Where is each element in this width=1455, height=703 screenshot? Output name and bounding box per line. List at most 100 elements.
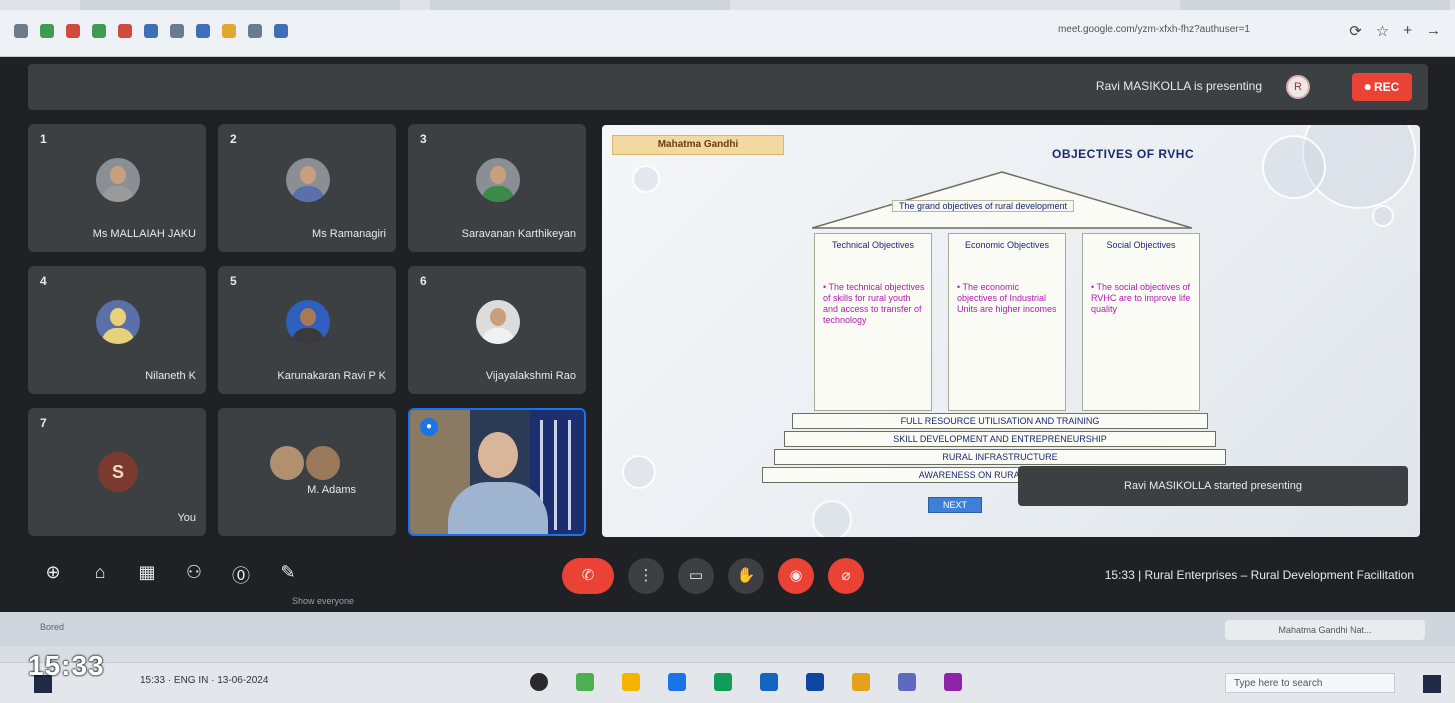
app-icon[interactable] <box>944 673 962 691</box>
participant-avatar <box>286 158 330 202</box>
app-icon[interactable] <box>898 673 916 691</box>
pillar-heading: Social Objectives <box>1106 240 1176 250</box>
new-tab-icon[interactable]: + <box>1403 22 1412 40</box>
participant-tile[interactable]: 7 S You <box>28 408 206 536</box>
store-icon[interactable] <box>806 673 824 691</box>
meeting-details: 15:33 | Rural Enterprises – Rural Develo… <box>1104 568 1414 582</box>
participant-name: M. Adams <box>307 484 356 496</box>
edit-icon[interactable]: ✎ <box>277 562 299 588</box>
bookmark-icon[interactable] <box>196 24 210 38</box>
folder-icon[interactable] <box>852 673 870 691</box>
participant-avatar <box>286 300 330 344</box>
address-bar[interactable]: meet.google.com/yzm-xfxh-fhz?authuser=1 <box>930 24 1250 40</box>
tile-number: 4 <box>40 274 47 288</box>
bubble-decoration <box>812 500 852 537</box>
bookmark-icon[interactable] <box>170 24 184 38</box>
foundation-step: SKILL DEVELOPMENT AND ENTREPRENEURSHIP <box>784 431 1216 447</box>
browser-tab[interactable] <box>1180 0 1450 10</box>
info-icon[interactable]: ⓪ <box>230 562 252 588</box>
bookmark-icon[interactable] <box>40 24 54 38</box>
participant-avatar <box>306 446 340 480</box>
raise-hand-button[interactable]: ✋ <box>728 558 764 594</box>
search-input[interactable]: Type here to search <box>1225 673 1395 693</box>
pillar-heading: Economic Objectives <box>964 240 1050 250</box>
bookmark-icon[interactable] <box>118 24 132 38</box>
bookmark-icon[interactable] <box>248 24 262 38</box>
tile-number: 2 <box>230 132 237 146</box>
participant-name: Saravanan Karthikeyan <box>461 228 576 240</box>
presentation-toast: Ravi MASIKOLLA started presenting <box>1018 466 1408 506</box>
mic-off-button[interactable]: ⌀ <box>828 558 864 594</box>
pillar-social: Social Objectives • The social objective… <box>1082 233 1200 411</box>
tile-number: 7 <box>40 416 47 430</box>
browser-tab[interactable] <box>80 0 400 10</box>
start-button[interactable] <box>1423 675 1441 693</box>
meeting-controls: ⊕ ⌂ ▦ ⚇ ⓪ ✎ Show everyone ✆ ⋮ ▭ ✋ ◉ ⌀ 15… <box>28 548 1428 606</box>
roof-caption: The grand objectives of rural developmen… <box>892 200 1074 212</box>
participant-name: You <box>177 512 196 524</box>
participant-avatar <box>476 158 520 202</box>
tile-number: 1 <box>40 132 47 146</box>
bubble-decoration <box>1372 205 1394 227</box>
edge-icon[interactable] <box>760 673 778 691</box>
forward-icon[interactable]: → <box>1426 22 1441 40</box>
participant-tile[interactable]: M. Adams <box>218 408 396 536</box>
people-icon[interactable]: ⚇ <box>183 562 205 588</box>
recording-indicator[interactable]: ⏺ REC <box>1352 73 1412 101</box>
pillar-body: • The technical objectives of skills for… <box>823 282 925 325</box>
app-icon[interactable] <box>714 673 732 691</box>
pillar-heading: Technical Objectives <box>831 240 915 250</box>
next-button[interactable]: NEXT <box>928 497 982 513</box>
self-video-tile[interactable]: ● <box>408 408 586 536</box>
participant-name: Karunakaran Ravi P K <box>277 370 386 382</box>
slide-title: OBJECTIVES OF RVHC <box>1052 147 1195 161</box>
camera-off-button[interactable]: ◉ <box>778 558 814 594</box>
tile-number: 6 <box>420 274 427 288</box>
participant-name: Ms Ramanagiri <box>312 228 386 240</box>
chat-icon[interactable]: ▦ <box>136 562 158 588</box>
taskbar: 15:33 · ENG IN · 13-06-2024 Type here to… <box>0 662 1455 703</box>
participant-tile[interactable]: 2 Ms Ramanagiri <box>218 124 396 252</box>
foundation-step: RURAL INFRASTRUCTURE <box>774 449 1226 465</box>
participant-name: Vijayalakshmi Rao <box>485 370 576 382</box>
bookmark-star-icon[interactable]: ☆ <box>1376 22 1389 40</box>
activities-icon[interactable]: ⊕ <box>42 562 64 588</box>
participant-tile[interactable]: 1 Ms MALLAIAH JAKU <box>28 124 206 252</box>
participant-tile[interactable]: 6 Vijayalakshmi Rao <box>408 266 586 394</box>
participant-tile[interactable]: 5 Karunakaran Ravi P K <box>218 266 396 394</box>
bookmark-icon[interactable] <box>222 24 236 38</box>
captions-button[interactable]: ▭ <box>678 558 714 594</box>
tab-strip <box>0 0 1455 10</box>
more-options-button[interactable]: ⋮ <box>628 558 664 594</box>
system-tray[interactable]: 15:33 · ENG IN · 13-06-2024 <box>140 675 268 686</box>
bookmark-icon[interactable] <box>66 24 80 38</box>
participant-name: Nilaneth K <box>145 370 196 382</box>
bookmark-icon[interactable] <box>144 24 158 38</box>
tile-number: 5 <box>230 274 237 288</box>
notification-pill[interactable]: Mahatma Gandhi Nat... <box>1225 620 1425 640</box>
pillar-economic: Economic Objectives • The economic objec… <box>948 233 1066 411</box>
clock-overlay: 15:33 <box>28 650 105 681</box>
participant-name: Ms MALLAIAH JAKU <box>92 228 196 240</box>
host-controls-icon[interactable]: ⌂ <box>89 562 111 588</box>
app-icon[interactable] <box>576 673 594 691</box>
chrome-app-icon[interactable] <box>530 673 548 691</box>
presenter-avatar: R <box>1286 75 1310 99</box>
participant-tile[interactable]: 4 Nilaneth K <box>28 266 206 394</box>
browser-toolbar: meet.google.com/yzm-xfxh-fhz?authuser=1 … <box>0 0 1455 57</box>
file-explorer-icon[interactable] <box>622 673 640 691</box>
bookmark-icon[interactable] <box>14 24 28 38</box>
bookmark-icon[interactable] <box>92 24 106 38</box>
control-caption: Show everyone <box>292 596 355 606</box>
settings-icon[interactable] <box>668 673 686 691</box>
reload-icon[interactable]: ⟳ <box>1349 22 1362 40</box>
tile-number: 3 <box>420 132 427 146</box>
pillar-body: • The social objectives of RVHC are to i… <box>1091 282 1191 314</box>
participant-avatar <box>96 158 140 202</box>
bookmark-icon[interactable] <box>274 24 288 38</box>
participant-tile[interactable]: 3 Saravanan Karthikeyan <box>408 124 586 252</box>
leave-call-button[interactable]: ✆ <box>562 558 614 594</box>
bubble-decoration <box>622 455 656 489</box>
foundation-step: FULL RESOURCE UTILISATION AND TRAINING <box>792 413 1208 429</box>
browser-tab[interactable] <box>430 0 730 10</box>
